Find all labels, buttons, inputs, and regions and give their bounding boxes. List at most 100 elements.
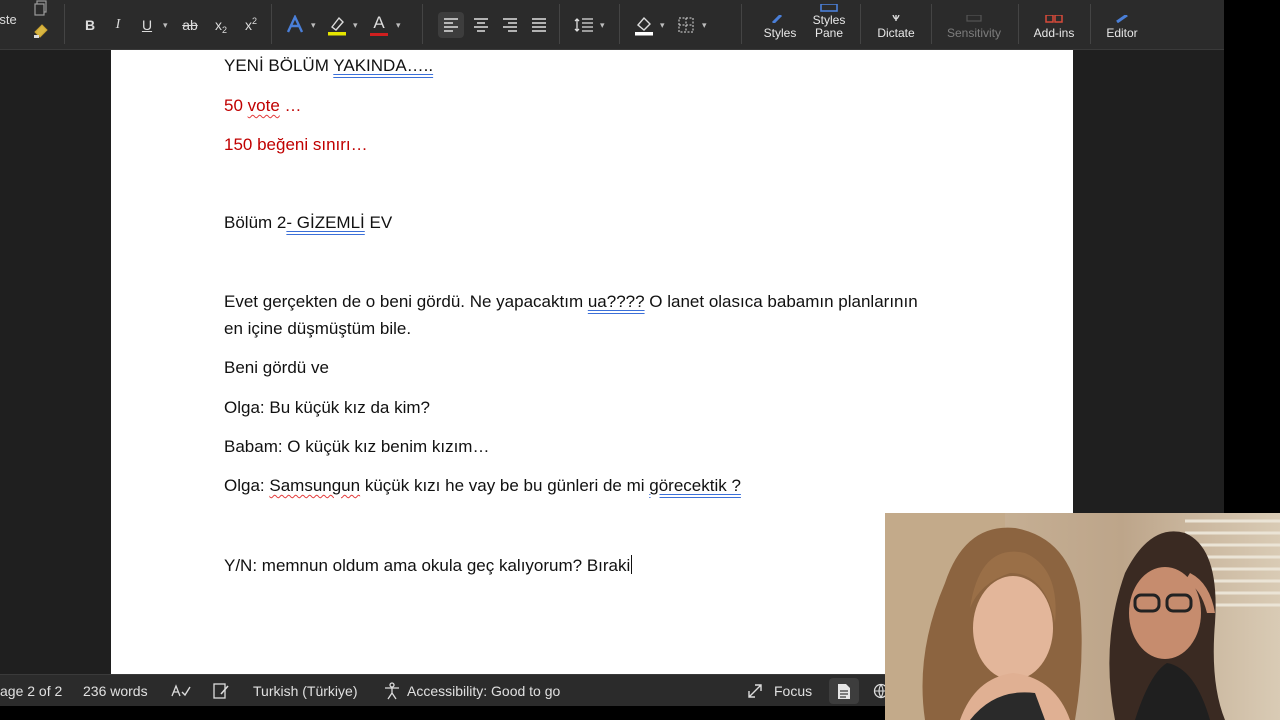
shading-dropdown-icon[interactable]: ▾	[660, 20, 665, 31]
italic-button[interactable]: I	[108, 14, 128, 36]
editor-label: Editor	[1106, 26, 1138, 40]
copy-icon[interactable]	[30, 0, 52, 16]
borders-icon[interactable]	[674, 12, 698, 38]
styles-button[interactable]: Styles	[757, 0, 803, 46]
text-cursor	[631, 555, 633, 574]
sensitivity-label: Sensitivity	[946, 26, 1002, 40]
styles-icon	[771, 15, 783, 23]
dictate-label: Dictate	[877, 26, 915, 40]
font-color-button[interactable]: A	[368, 12, 390, 38]
styles-label: Styles	[763, 26, 797, 40]
microphone-icon	[892, 15, 900, 21]
text-run-spelling-flag: ua????	[587, 292, 645, 311]
add-ins-label: Add-ins	[1033, 26, 1075, 40]
ribbon-toolbar: ste B I U ▾ ab x2 x2 ▾ ▾ A ▾ ▾ ▾ ▾ Style…	[0, 0, 1224, 50]
paragraph-dialog-father[interactable]: Babam: O küçük kız benim kızım…	[224, 437, 489, 457]
editor-button[interactable]: Editor	[1097, 0, 1147, 46]
superscript-mark: 2	[251, 15, 257, 26]
styles-pane-icon	[820, 4, 838, 12]
text-run: O lanet olasıca babamın planlarının	[644, 292, 918, 311]
focus-icon[interactable]	[746, 675, 764, 707]
text-run-grammar-flag: - GİZEMLİ	[286, 213, 365, 232]
page-count-indicator[interactable]: age 2 of 2	[0, 675, 62, 707]
font-color-dropdown-icon[interactable]: ▾	[396, 20, 401, 31]
format-painter-icon[interactable]	[30, 20, 52, 42]
superscript-label: x	[244, 17, 252, 33]
text-run: YENİ BÖLÜM	[224, 56, 334, 75]
paste-button[interactable]: ste	[0, 10, 17, 28]
focus-label: Focus	[774, 683, 813, 699]
page-count-label: age 2 of 2	[0, 683, 63, 699]
word-count-label: 236 words	[83, 683, 148, 699]
paragraph-dialog-yn[interactable]: Y/N: memnun oldum ama okula geç kalıyoru…	[224, 555, 633, 576]
paragraph-story-line1[interactable]: Evet gerçekten de o beni gördü. Ne yapac…	[224, 292, 918, 312]
paragraph-like-goal[interactable]: 150 beğeni sınırı…	[224, 135, 368, 155]
add-ins-button[interactable]: Add-ins	[1026, 0, 1082, 46]
justify-icon[interactable]	[526, 12, 552, 38]
strikethrough-button[interactable]: ab	[178, 14, 202, 36]
styles-pane-label: Styles Pane	[812, 13, 846, 40]
italic-label: I	[115, 17, 121, 32]
strikethrough-label: ab	[182, 17, 198, 33]
borders-dropdown-icon[interactable]: ▾	[702, 20, 707, 31]
shading-icon[interactable]	[632, 12, 656, 38]
paragraph-chapter-title[interactable]: Bölüm 2- GİZEMLİ EV	[224, 213, 392, 233]
sensitivity-icon	[966, 15, 982, 22]
paragraph-new-chapter[interactable]: YENİ BÖLÜM YAKINDA…..	[224, 56, 433, 76]
word-count-indicator[interactable]: 236 words	[83, 675, 148, 707]
text-run-spelling-flag: Samsungun	[269, 476, 361, 495]
text-run: 150 beğeni sınırı…	[224, 135, 368, 154]
underline-label: U	[141, 17, 153, 33]
accessibility-label: Accessibility: Good to go	[407, 683, 561, 699]
dictate-button[interactable]: Dictate	[866, 0, 926, 46]
superscript-button[interactable]: x2	[240, 14, 262, 36]
font-color-swatch	[370, 32, 388, 36]
text-effects-icon[interactable]	[284, 12, 306, 38]
accessibility-icon[interactable]	[382, 675, 402, 707]
text-run: Y/N: memnun oldum ama okula geç kalıyoru…	[224, 556, 631, 575]
text-run: Evet gerçekten de o beni gördü. Ne yapac…	[224, 292, 588, 311]
webcam-overlay	[885, 513, 1280, 720]
text-run: 50	[224, 96, 248, 115]
paragraph-dialog-olga-2[interactable]: Olga: Samsungun küçük kızı he vay be bu …	[224, 476, 741, 496]
paragraph-vote-goal[interactable]: 50 vote …	[224, 96, 302, 116]
text-run-grammar-flag: YAKINDA…..	[333, 56, 434, 75]
text-run: küçük kızı he vay be bu günleri de mi	[360, 476, 650, 495]
accessibility-indicator[interactable]: Accessibility: Good to go	[407, 675, 560, 707]
line-spacing-icon[interactable]	[572, 12, 596, 38]
focus-button[interactable]: Focus	[774, 675, 812, 707]
editor-icon	[1116, 15, 1128, 23]
text-run-grammar-flag: görecektik ?	[649, 476, 741, 495]
add-ins-icon	[1045, 15, 1063, 23]
line-spacing-dropdown-icon[interactable]: ▾	[600, 20, 605, 31]
track-changes-icon[interactable]	[212, 675, 230, 707]
underline-dropdown-icon[interactable]: ▾	[163, 20, 168, 31]
bold-button[interactable]: B	[80, 14, 100, 36]
paste-label: ste	[0, 11, 17, 27]
proofing-icon[interactable]	[170, 675, 192, 707]
highlight-dropdown-icon[interactable]: ▾	[353, 20, 358, 31]
sensitivity-button[interactable]: Sensitivity	[938, 0, 1010, 46]
align-left-icon[interactable]	[438, 12, 464, 38]
paragraph-dialog-olga-1[interactable]: Olga: Bu küçük kız da kim?	[224, 398, 430, 418]
language-indicator[interactable]: Turkish (Türkiye)	[253, 675, 358, 707]
text-effects-dropdown-icon[interactable]: ▾	[311, 20, 316, 31]
subscript-label: x	[214, 17, 222, 33]
highlight-color-icon[interactable]	[326, 12, 348, 38]
align-center-icon[interactable]	[468, 12, 494, 38]
text-run: EV	[364, 213, 393, 232]
text-run: Olga: Bu küçük kız da kim?	[224, 398, 430, 417]
text-run: Babam: O küçük kız benim kızım…	[224, 437, 490, 456]
paragraph-saw-me[interactable]: Beni gördü ve	[224, 358, 329, 378]
align-right-icon[interactable]	[497, 12, 523, 38]
font-color-letter: A	[373, 12, 385, 32]
subscript-button[interactable]: x2	[210, 14, 232, 36]
webcam-video-image	[885, 513, 1280, 720]
paragraph-story-line2[interactable]: en içine düşmüştüm bile.	[224, 319, 411, 339]
text-run: en içine düşmüştüm bile.	[224, 319, 412, 338]
subscript-mark: 2	[221, 24, 227, 35]
text-run: Olga:	[224, 476, 270, 495]
styles-pane-button[interactable]: Styles Pane	[804, 0, 854, 46]
underline-button[interactable]: U	[137, 14, 157, 36]
print-layout-icon[interactable]	[829, 678, 859, 704]
